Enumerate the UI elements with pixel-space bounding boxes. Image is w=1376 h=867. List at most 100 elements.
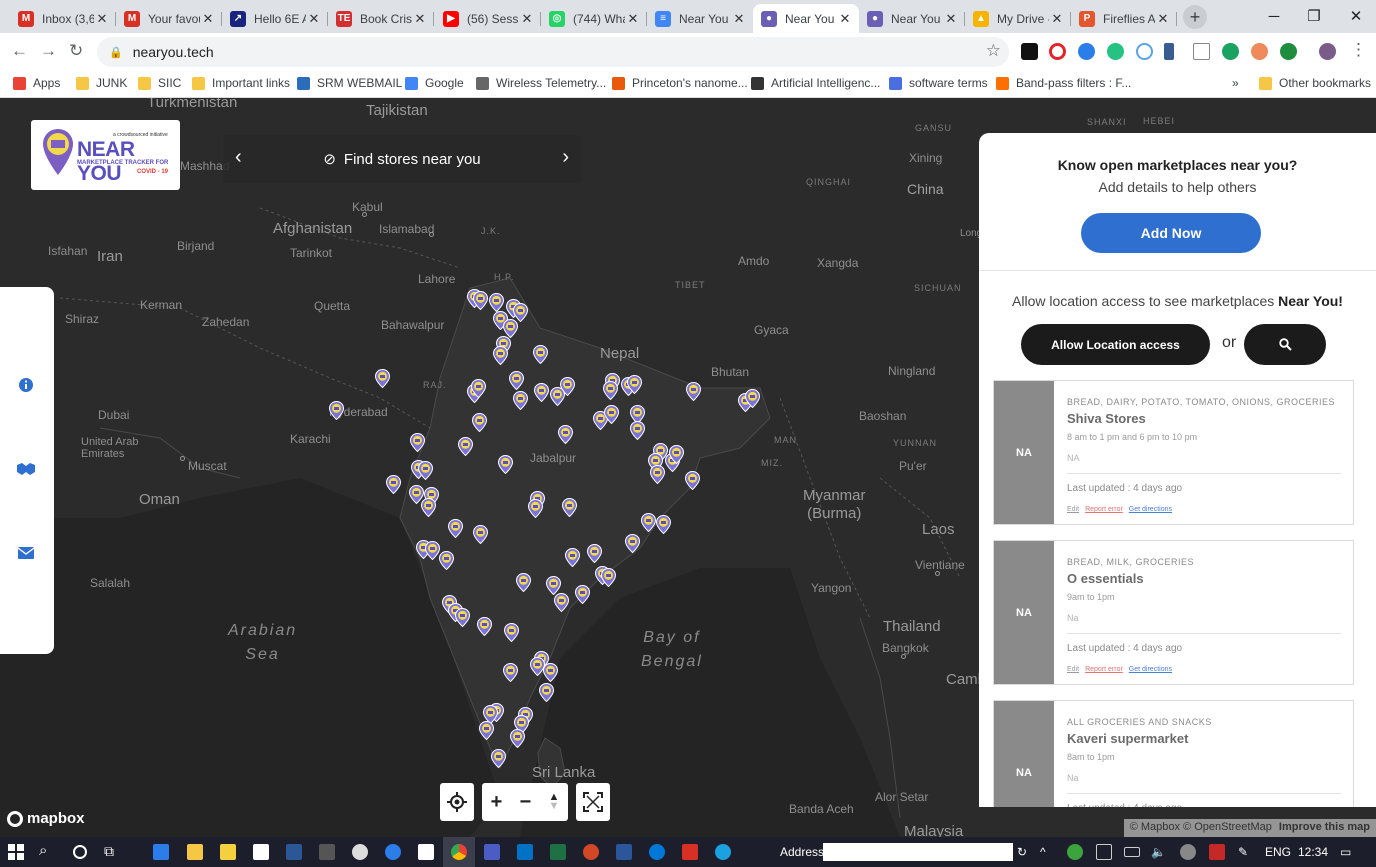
store-pin-icon[interactable] bbox=[489, 293, 504, 312]
app-icon[interactable] bbox=[484, 844, 500, 860]
store-pin-icon[interactable] bbox=[562, 498, 577, 517]
close-tab-icon[interactable]: ✕ bbox=[943, 11, 959, 27]
store-pin-icon[interactable] bbox=[656, 515, 671, 534]
mail-icon[interactable] bbox=[16, 543, 36, 563]
store-pin-icon[interactable] bbox=[543, 663, 558, 682]
address-bar[interactable]: 🔒 nearyou.tech ☆ bbox=[97, 37, 1009, 67]
store-pin-icon[interactable] bbox=[472, 413, 487, 432]
store-pin-icon[interactable] bbox=[471, 379, 486, 398]
bookmark-item[interactable]: Apps bbox=[13, 76, 60, 90]
close-tab-icon[interactable]: ✕ bbox=[94, 11, 110, 27]
bookmark-item[interactable]: Band-pass filters : F... bbox=[996, 76, 1131, 90]
store-pin-icon[interactable] bbox=[686, 382, 701, 401]
browser-tab[interactable]: ▶ (56) Sessic✕ bbox=[435, 4, 541, 33]
store-pin-icon[interactable] bbox=[627, 375, 642, 394]
outlook-icon[interactable] bbox=[517, 844, 533, 860]
store-pin-icon[interactable] bbox=[745, 389, 760, 408]
store-pin-icon[interactable] bbox=[504, 623, 519, 642]
bookmark-item[interactable]: SIIC bbox=[138, 76, 181, 90]
finder-label[interactable]: Find stores near you bbox=[344, 151, 481, 168]
bookmark-item[interactable]: JUNK bbox=[76, 76, 127, 90]
clock[interactable]: 12:34 bbox=[1298, 845, 1328, 859]
compass-north-icon[interactable]: ▲ ▼ bbox=[548, 792, 559, 812]
store-pin-icon[interactable] bbox=[455, 608, 470, 627]
chevron-left-icon[interactable]: ‹ bbox=[235, 146, 242, 169]
store-pin-icon[interactable] bbox=[516, 573, 531, 592]
app-icon[interactable] bbox=[286, 844, 302, 860]
edit-link[interactable]: Edit bbox=[1067, 506, 1079, 513]
gmail-icon[interactable] bbox=[682, 844, 698, 860]
get-directions-link[interactable]: Get directions bbox=[1129, 506, 1172, 513]
new-tab-button[interactable]: + bbox=[1183, 5, 1207, 29]
forward-icon[interactable]: → bbox=[40, 41, 57, 61]
store-pin-icon[interactable] bbox=[375, 369, 390, 388]
close-window-icon[interactable]: ✕ bbox=[1344, 6, 1368, 26]
search-icon[interactable]: ⌕ bbox=[39, 842, 47, 859]
store-pin-icon[interactable] bbox=[630, 421, 645, 440]
search-button[interactable] bbox=[1244, 324, 1326, 365]
pen-icon[interactable]: ✎ bbox=[1238, 845, 1248, 859]
grammarly-icon[interactable] bbox=[1107, 43, 1124, 60]
browser-tab[interactable]: ≡ Near You | ✕ bbox=[647, 4, 753, 33]
bookmark-item[interactable]: SRM WEBMAIL bbox=[297, 76, 402, 90]
store-pin-icon[interactable] bbox=[539, 683, 554, 702]
store-pin-icon[interactable] bbox=[685, 471, 700, 490]
close-tab-icon[interactable]: ✕ bbox=[731, 11, 747, 27]
extension-icon[interactable] bbox=[1222, 43, 1239, 60]
store-pin-icon[interactable] bbox=[473, 525, 488, 544]
store-pin-icon[interactable] bbox=[587, 544, 602, 563]
store-pin-icon[interactable] bbox=[458, 437, 473, 456]
close-tab-icon[interactable]: ✕ bbox=[519, 11, 535, 27]
browser-tab[interactable]: ● Near You | ✕ bbox=[859, 4, 965, 33]
security-icon[interactable] bbox=[1067, 844, 1083, 860]
store-pin-icon[interactable] bbox=[498, 455, 513, 474]
close-tab-icon[interactable]: ✕ bbox=[1155, 11, 1171, 27]
store-pin-icon[interactable] bbox=[425, 541, 440, 560]
report-error-link[interactable]: Report error bbox=[1085, 506, 1123, 513]
store-name[interactable]: Shiva Stores bbox=[1067, 411, 1146, 426]
fullscreen-button[interactable] bbox=[576, 783, 610, 821]
store-pin-icon[interactable] bbox=[386, 475, 401, 494]
app-icon[interactable] bbox=[385, 844, 401, 860]
language-indicator[interactable]: ENG bbox=[1265, 845, 1291, 859]
store-pin-icon[interactable] bbox=[533, 345, 548, 364]
store-pin-icon[interactable] bbox=[418, 461, 433, 480]
battery-icon[interactable] bbox=[1124, 847, 1140, 857]
store-pin-icon[interactable] bbox=[625, 534, 640, 553]
store-pin-icon[interactable] bbox=[603, 381, 618, 400]
network-icon[interactable] bbox=[1096, 844, 1112, 860]
file-explorer-icon[interactable] bbox=[187, 844, 203, 860]
browser-tab[interactable]: TE Book Crisi ✕ bbox=[328, 4, 434, 33]
close-tab-icon[interactable]: ✕ bbox=[412, 11, 428, 27]
extension-icon[interactable] bbox=[1280, 43, 1297, 60]
improve-map-link[interactable]: Improve this map bbox=[1279, 821, 1370, 833]
volume-icon[interactable]: 🔈 bbox=[1151, 845, 1166, 859]
near-you-logo[interactable]: a crowdsourced initiative NEAR YOU MARKE… bbox=[31, 120, 180, 190]
other-bookmarks[interactable]: Other bookmarks bbox=[1259, 76, 1371, 90]
chrome-taskbar-button[interactable] bbox=[443, 837, 475, 867]
word-icon[interactable] bbox=[616, 844, 632, 860]
store-name[interactable]: Kaveri supermarket bbox=[1067, 731, 1188, 746]
store-pin-icon[interactable] bbox=[650, 465, 665, 484]
store-pin-icon[interactable] bbox=[493, 346, 508, 365]
store-pin-icon[interactable] bbox=[513, 391, 528, 410]
excel-icon[interactable] bbox=[550, 844, 566, 860]
browser-tab[interactable]: P Fireflies A ✕ bbox=[1071, 4, 1177, 33]
refresh-icon[interactable]: ↻ bbox=[1017, 845, 1027, 859]
task-view-icon[interactable]: ⧉ bbox=[104, 843, 114, 860]
bookmarks-overflow-icon[interactable]: » bbox=[1232, 76, 1239, 90]
cloud-icon[interactable] bbox=[1180, 844, 1196, 860]
store-card[interactable]: NA BREAD, MILK, GROCERIES O essentials 9am … bbox=[993, 540, 1354, 685]
zoom-out-icon[interactable]: − bbox=[520, 791, 532, 814]
close-tab-icon[interactable]: ✕ bbox=[200, 11, 216, 27]
notifications-icon[interactable]: ▭ bbox=[1340, 845, 1351, 859]
browser-tab[interactable]: M Inbox (3,6 ✕ bbox=[10, 4, 116, 33]
close-tab-icon[interactable]: ✕ bbox=[1049, 11, 1065, 27]
store-pin-icon[interactable] bbox=[641, 513, 656, 532]
store-pin-icon[interactable] bbox=[439, 551, 454, 570]
extension-icon[interactable] bbox=[1193, 43, 1210, 60]
close-tab-icon[interactable]: ✕ bbox=[306, 11, 322, 27]
store-pin-icon[interactable] bbox=[510, 729, 525, 748]
close-tab-icon[interactable]: ✕ bbox=[625, 11, 641, 27]
store-pin-icon[interactable] bbox=[604, 405, 619, 424]
